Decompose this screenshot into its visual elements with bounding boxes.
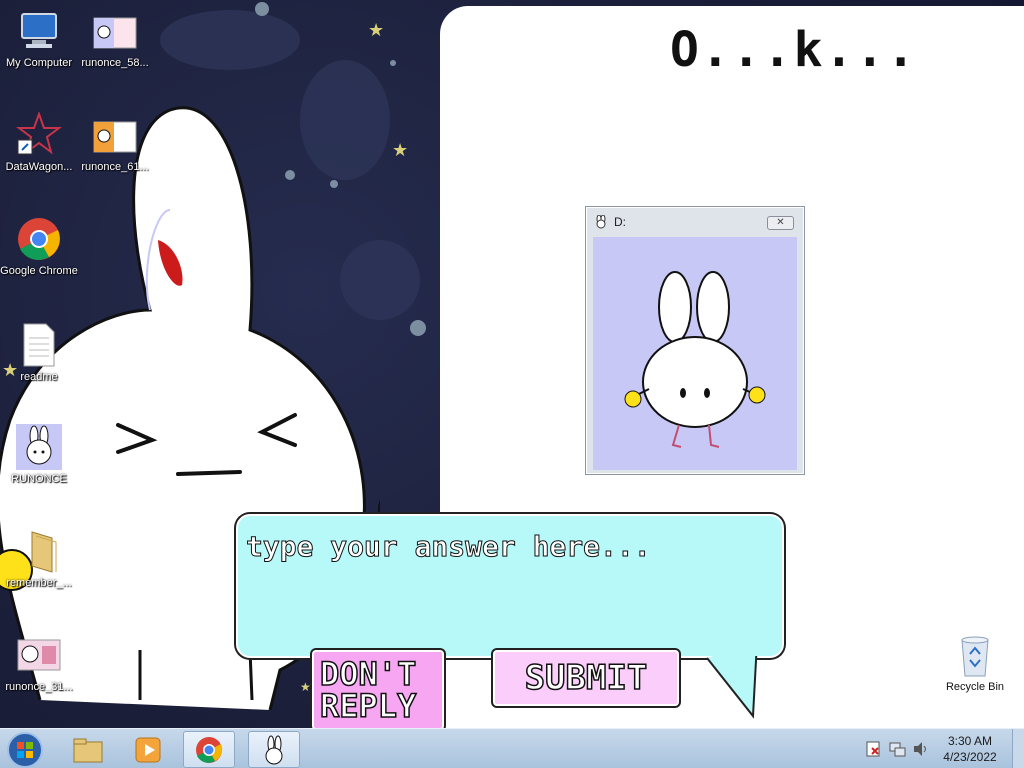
image-file-icon — [92, 112, 138, 158]
datawagon-icon — [16, 111, 62, 158]
bunny-app-icon — [265, 735, 283, 764]
answer-input[interactable] — [246, 524, 766, 568]
start-button[interactable] — [6, 731, 44, 768]
close-button[interactable]: ✕ — [767, 216, 794, 230]
desktop-icon-runonce-31[interactable]: runonce_31... — [0, 632, 78, 695]
bunny-app-icon — [16, 424, 62, 470]
folder-icon — [16, 528, 62, 574]
small-bunny-illustration — [624, 271, 766, 448]
desktop-icon-remember[interactable]: remember_... — [0, 528, 78, 591]
answer-bubble — [236, 514, 784, 658]
submit-button[interactable]: SUBMIT — [493, 650, 679, 706]
clock[interactable]: 3:30 AM 4/23/2022 — [936, 733, 1004, 765]
image-file-icon — [92, 8, 138, 54]
desktop-icon-runonce-61[interactable]: runonce_61... — [76, 112, 154, 175]
bubble-tail — [705, 640, 765, 719]
show-desktop-button[interactable] — [1012, 729, 1024, 768]
image-file-icon — [16, 632, 62, 678]
folder-icon — [73, 738, 103, 762]
chrome-icon — [16, 216, 62, 262]
popup-image — [593, 237, 797, 470]
taskbar-media-player[interactable] — [122, 731, 174, 768]
desktop-icon-runonce[interactable]: RUNONCE — [0, 424, 78, 487]
volume-icon[interactable] — [912, 740, 930, 758]
taskbar-explorer[interactable] — [62, 731, 114, 768]
desktop-icon-datawagon[interactable]: DataWagon... — [0, 111, 78, 175]
desktop-icon-my-computer[interactable]: My Computer — [0, 8, 78, 71]
media-player-icon — [135, 737, 161, 762]
popup-title: D: — [614, 215, 626, 229]
desktop-icon-runonce-58[interactable]: runonce_58... — [76, 8, 154, 71]
dont-reply-button[interactable]: DON'T REPLY — [312, 650, 444, 730]
clock-time: 3:30 AM — [947, 734, 993, 748]
desktop-icon-recycle-bin[interactable]: Recycle Bin — [936, 632, 1014, 695]
desktop-icon-readme[interactable]: readme — [0, 322, 78, 385]
popup-window[interactable]: D: ✕ — [585, 206, 805, 475]
chrome-icon — [196, 736, 223, 763]
bunny-title-icon — [596, 215, 606, 229]
network-icon[interactable] — [888, 740, 906, 758]
taskbar-chrome[interactable] — [183, 731, 235, 768]
recycle-bin-icon — [952, 632, 998, 678]
action-center-icon[interactable] — [864, 740, 882, 758]
text-file-icon — [16, 322, 62, 368]
taskbar: 3:30 AM 4/23/2022 — [0, 728, 1024, 768]
desktop-icon-google-chrome[interactable]: Google Chrome — [0, 216, 78, 279]
system-tray: 3:30 AM 4/23/2022 — [864, 729, 1024, 768]
taskbar-runonce[interactable] — [248, 731, 300, 768]
clock-date: 4/23/2022 — [943, 750, 997, 764]
computer-icon — [16, 8, 62, 54]
page-heading: O...k... — [670, 22, 918, 78]
